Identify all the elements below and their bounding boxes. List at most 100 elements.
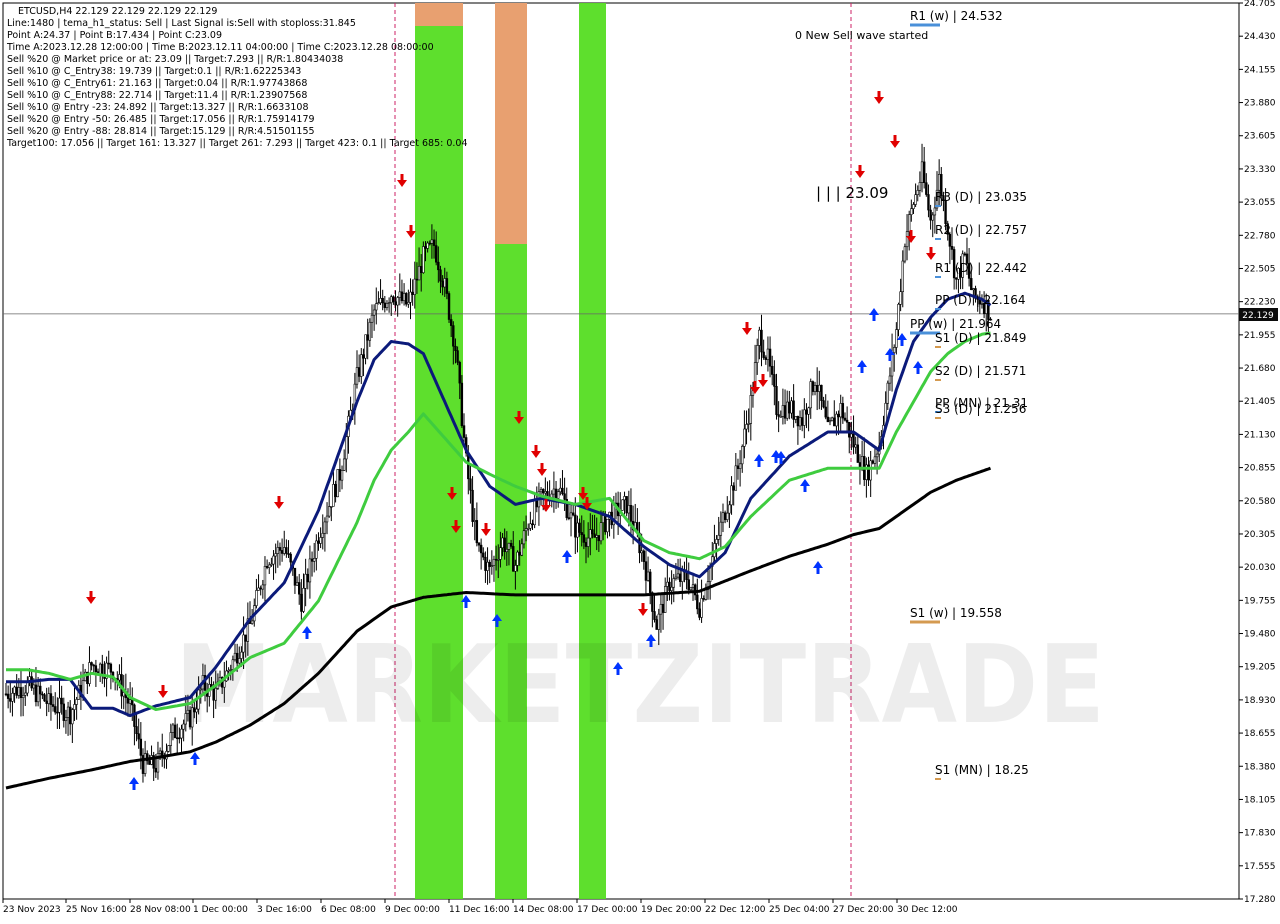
candle — [715, 539, 718, 544]
candle — [760, 329, 763, 353]
candle — [850, 433, 853, 438]
y-tick-label: 19.480 — [1244, 630, 1276, 640]
candle — [828, 420, 832, 423]
candle — [955, 277, 958, 280]
candle — [595, 535, 598, 538]
candle — [385, 303, 389, 308]
pivot-level-label: S1 (w) | 19.558 — [910, 606, 1002, 620]
y-tick-label: 18.380 — [1244, 762, 1276, 772]
candle — [933, 207, 937, 216]
candle — [852, 433, 855, 448]
candle — [276, 547, 280, 554]
signal-zone-green — [495, 244, 527, 899]
candle — [430, 239, 434, 244]
candle — [379, 297, 382, 304]
candle — [368, 321, 372, 341]
candle — [687, 579, 690, 591]
candle — [732, 485, 735, 491]
candle — [195, 708, 198, 713]
candle — [907, 214, 911, 232]
candle — [629, 505, 633, 522]
candle — [257, 587, 260, 591]
candle — [21, 695, 25, 699]
candle — [454, 345, 457, 351]
candle — [424, 246, 427, 249]
x-tick-label: 25 Dec 04:00 — [769, 905, 830, 915]
candle — [274, 553, 277, 557]
candle — [128, 699, 132, 704]
candle — [287, 553, 290, 555]
candle — [310, 558, 314, 562]
x-tick-label: 11 Dec 16:00 — [449, 905, 510, 915]
candle — [756, 345, 759, 363]
pivot-level-label: S3 (D) | 21.256 — [935, 402, 1026, 416]
candle — [445, 278, 449, 294]
candle — [931, 214, 934, 221]
candle — [815, 385, 819, 392]
candle — [154, 767, 158, 773]
candle — [49, 693, 53, 705]
candle — [937, 174, 941, 191]
x-tick-label: 28 Nov 08:00 — [130, 905, 191, 915]
candle — [473, 520, 476, 522]
candle — [785, 401, 789, 419]
candle — [561, 487, 564, 495]
candle — [702, 598, 705, 600]
candle — [432, 239, 436, 246]
candle — [109, 663, 113, 673]
info-line: Sell %10 @ C_Entry61: 21.163 || Target:0… — [7, 78, 307, 89]
candle — [674, 576, 678, 579]
price-chart[interactable]: MARKETZITRADE R1 (w) | 24.532 R3 (D) | 23… — [0, 0, 1280, 920]
candle — [62, 703, 65, 721]
candle — [420, 266, 423, 273]
candle — [400, 291, 404, 302]
candle — [524, 528, 528, 532]
candle — [497, 559, 500, 561]
candle — [578, 522, 581, 533]
pivot-level-label: PP (w) | 21.964 — [910, 317, 1001, 331]
candle — [261, 584, 265, 590]
candle — [854, 444, 857, 448]
info-line: Sell %20 @ Entry -50: 26.485 || Target:1… — [7, 114, 315, 125]
candle — [17, 687, 21, 696]
candle — [135, 726, 138, 734]
candle — [803, 409, 806, 426]
candle — [250, 620, 254, 624]
candle — [357, 367, 361, 377]
candle — [283, 547, 286, 554]
candle — [777, 414, 780, 417]
candle — [514, 565, 517, 572]
candle — [970, 278, 973, 291]
y-tick-label: 24.430 — [1244, 32, 1276, 42]
candle — [452, 325, 455, 347]
y-tick-label: 20.030 — [1244, 563, 1276, 573]
y-tick-label: 19.755 — [1244, 596, 1276, 606]
candle — [24, 692, 27, 696]
candle — [229, 669, 232, 671]
candle — [655, 619, 658, 630]
candle — [563, 493, 566, 500]
candle — [676, 573, 680, 578]
candle — [325, 515, 329, 523]
candle — [422, 246, 425, 273]
pivot-level-label: S2 (D) | 21.571 — [935, 364, 1026, 378]
candle — [818, 384, 821, 392]
candle — [796, 416, 800, 427]
candle — [728, 504, 731, 514]
candle — [60, 697, 63, 705]
y-tick-label: 21.680 — [1244, 364, 1276, 374]
candle — [392, 296, 395, 303]
candle — [188, 709, 192, 728]
candle — [26, 681, 29, 694]
candle — [529, 523, 532, 529]
y-tick-label: 21.130 — [1244, 430, 1276, 440]
candle — [813, 385, 817, 392]
pivot-level-label: S1 (MN) | 18.25 — [935, 763, 1029, 777]
pivot-level-label: R1 (D) | 22.442 — [935, 261, 1027, 275]
candle — [544, 491, 547, 494]
candle — [509, 542, 513, 547]
y-tick-label: 17.280 — [1244, 895, 1276, 905]
candle — [492, 558, 496, 566]
candle — [223, 680, 226, 688]
candle — [482, 552, 485, 558]
